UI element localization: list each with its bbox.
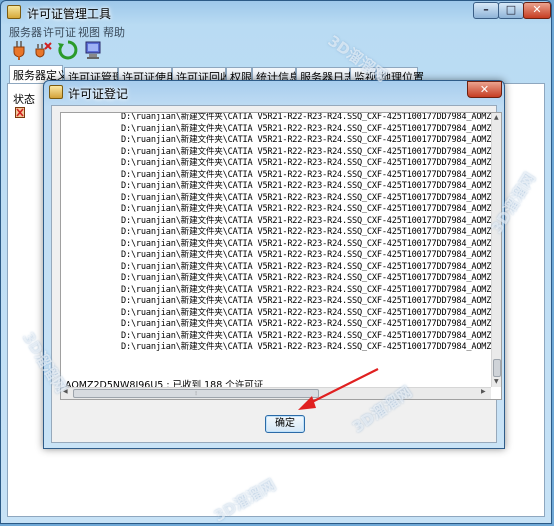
log-line: D:\ruanjian\新建文件夹\CATIA V5R21-R22-R23-R2… (121, 250, 491, 260)
plug-disconnect-icon[interactable] (33, 39, 53, 61)
log-line: D:\ruanjian\新建文件夹\CATIA V5R21-R22-R23-R2… (121, 307, 491, 318)
log-line: D:\ruanjian\新建文件夹\CATIA V5R21-R22-R23-R2… (121, 296, 491, 306)
vertical-scroll-thumb[interactable] (493, 359, 501, 377)
log-line: D:\ruanjian\新建文件夹\CATIA V5R21-R22-R23-R2… (121, 238, 491, 249)
scroll-left-icon[interactable]: ◀ (63, 388, 68, 395)
log-line: D:\ruanjian\新建文件夹\CATIA V5R21-R22-R23-R2… (121, 273, 491, 283)
scroll-right-icon[interactable]: ▶ (481, 388, 486, 395)
server-monitor-icon[interactable] (83, 39, 103, 61)
license-registration-dialog: 许可证登记 ✕ D:\ruanjian\新建文件夹\CATIA V5R21-R2… (43, 80, 505, 449)
window-title: 许可证管理工具 (27, 7, 112, 21)
toolbar (3, 37, 549, 65)
log-line: D:\ruanjian\新建文件夹\CATIA V5R21-R22-R23-R2… (121, 135, 491, 145)
log-line: D:\ruanjian\新建文件夹\CATIA V5R21-R22-R23-R2… (121, 330, 491, 341)
menu-bar: 服务器 许可证 视图 帮助 (3, 23, 549, 39)
log-line: D:\ruanjian\新建文件夹\CATIA V5R21-R22-R23-R2… (121, 113, 491, 122)
log-line: D:\ruanjian\新建文件夹\CATIA V5R21-R22-R23-R2… (121, 342, 491, 352)
minimize-button[interactable]: – (473, 2, 499, 19)
title-bar[interactable]: 许可证管理工具 – □ ✕ (1, 1, 551, 23)
log-line: D:\ruanjian\新建文件夹\CATIA V5R21-R22-R23-R2… (121, 319, 491, 329)
app-icon (7, 5, 21, 19)
log-line: D:\ruanjian\新建文件夹\CATIA V5R21-R22-R23-R2… (121, 215, 491, 226)
scroll-down-icon[interactable]: ▼ (494, 378, 499, 385)
status-column-label: 状态 (13, 93, 35, 106)
log-line: D:\ruanjian\新建文件夹\CATIA V5R21-R22-R23-R2… (121, 181, 491, 191)
log-line: D:\ruanjian\新建文件夹\CATIA V5R21-R22-R23-R2… (121, 227, 491, 237)
dialog-icon (49, 85, 63, 99)
log-line: D:\ruanjian\新建文件夹\CATIA V5R21-R22-R23-R2… (121, 204, 491, 214)
close-button[interactable]: ✕ (523, 2, 551, 19)
log-line: D:\ruanjian\新建文件夹\CATIA V5R21-R22-R23-R2… (121, 158, 491, 168)
refresh-icon[interactable] (57, 39, 78, 61)
log-line: D:\ruanjian\新建文件夹\CATIA V5R21-R22-R23-R2… (121, 261, 491, 272)
dialog-close-button[interactable]: ✕ (467, 81, 502, 98)
maximize-button[interactable]: □ (498, 2, 524, 19)
log-line: D:\ruanjian\新建文件夹\CATIA V5R21-R22-R23-R2… (121, 146, 491, 157)
horizontal-scroll-thumb[interactable]: ⦙ (73, 389, 319, 398)
log-line: D:\ruanjian\新建文件夹\CATIA V5R21-R22-R23-R2… (121, 192, 491, 203)
dialog-title: 许可证登记 (68, 87, 129, 101)
log-line: D:\ruanjian\新建文件夹\CATIA V5R21-R22-R23-R2… (121, 284, 491, 295)
scroll-up-icon[interactable]: ▲ (494, 114, 499, 121)
log-line: D:\ruanjian\新建文件夹\CATIA V5R21-R22-R23-R2… (121, 123, 491, 134)
vertical-scrollbar[interactable]: ▲ ▼ (491, 113, 501, 387)
ok-button[interactable]: 确定 (265, 415, 305, 433)
horizontal-scrollbar[interactable]: ◀ ⦙ ▶ (61, 387, 491, 399)
log-output[interactable]: D:\ruanjian\新建文件夹\CATIA V5R21-R22-R23-R2… (60, 112, 502, 400)
log-lines: D:\ruanjian\新建文件夹\CATIA V5R21-R22-R23-R2… (61, 113, 491, 369)
plug-connect-icon[interactable] (9, 39, 29, 61)
log-line: D:\ruanjian\新建文件夹\CATIA V5R21-R22-R23-R2… (121, 169, 491, 180)
server-status-icon[interactable] (15, 107, 25, 118)
dialog-body: D:\ruanjian\新建文件夹\CATIA V5R21-R22-R23-R2… (51, 105, 502, 443)
